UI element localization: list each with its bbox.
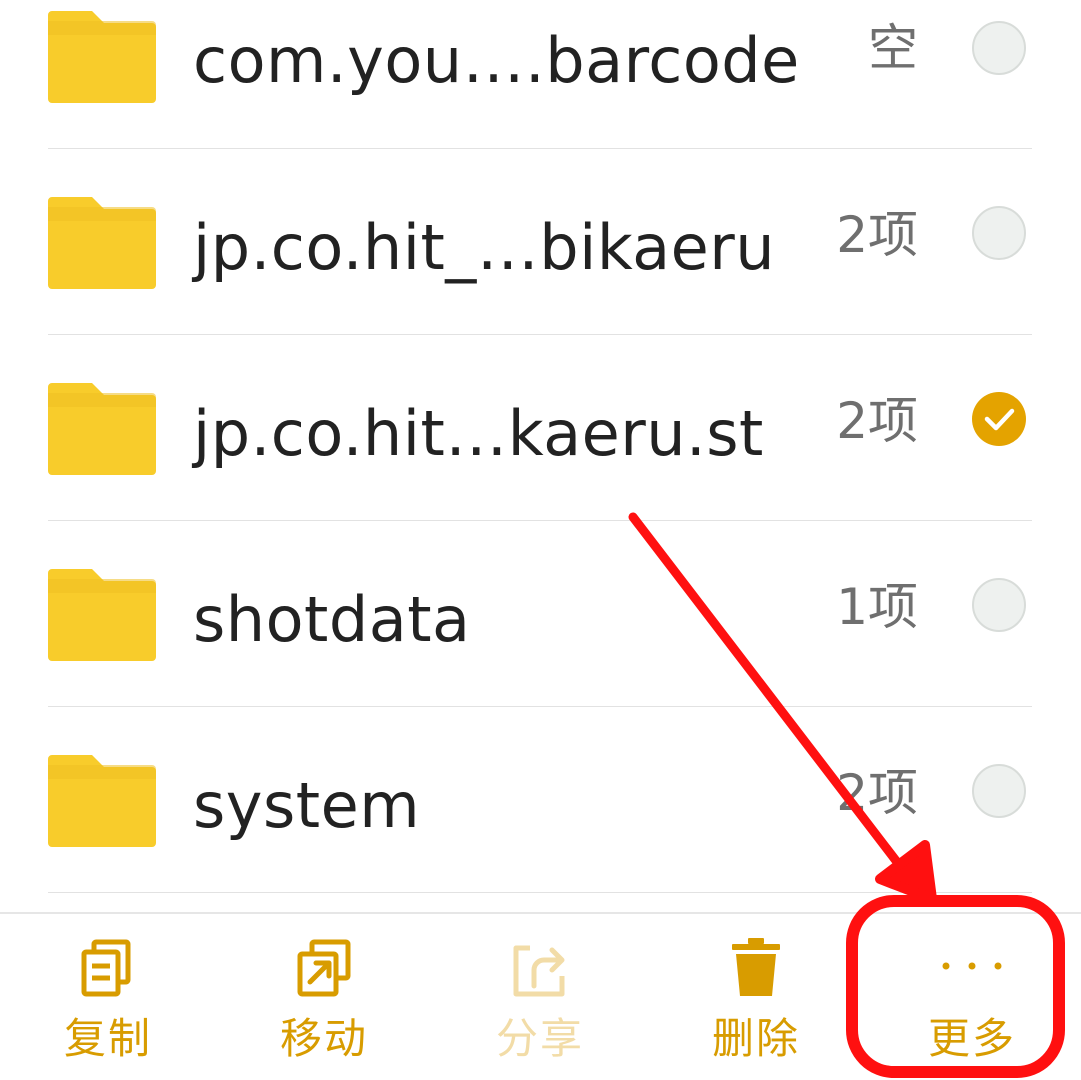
select-checkbox-checked[interactable]	[972, 392, 1026, 446]
file-manager-screen: com.you….barcode 空 jp.co.hit_…bikaeru 2项	[0, 0, 1081, 1080]
more-dots-icon	[940, 936, 1004, 1000]
copy-icon	[76, 936, 140, 1000]
file-row-1[interactable]: jp.co.hit_…bikaeru 2项	[0, 149, 1081, 335]
file-name: system	[193, 769, 421, 842]
select-checkbox[interactable]	[972, 21, 1026, 75]
row-divider	[48, 892, 1032, 893]
delete-button[interactable]: 删除	[648, 914, 864, 1080]
item-count: 2项	[836, 206, 918, 264]
folder-icon	[48, 755, 156, 847]
delete-label: 删除	[711, 1014, 800, 1063]
item-count: 2项	[836, 392, 918, 450]
file-row-2[interactable]: jp.co.hit…kaeru.st 2项	[0, 335, 1081, 521]
item-count: 1项	[836, 578, 918, 636]
file-name: jp.co.hit_…bikaeru	[193, 211, 776, 284]
file-name: shotdata	[193, 583, 471, 656]
item-count: 空	[868, 19, 918, 77]
select-checkbox[interactable]	[972, 764, 1026, 818]
file-name: com.you….barcode	[193, 24, 800, 97]
folder-icon	[48, 11, 156, 103]
folder-icon	[48, 197, 156, 289]
checkmark-icon	[984, 408, 1015, 431]
item-count: 2项	[836, 764, 918, 822]
share-button[interactable]: 分享	[432, 914, 648, 1080]
more-label: 更多	[927, 1014, 1016, 1063]
move-button[interactable]: 移动	[216, 914, 432, 1080]
move-icon	[292, 936, 356, 1000]
share-label: 分享	[495, 1014, 584, 1063]
copy-button[interactable]: 复制	[0, 914, 216, 1080]
file-row-3[interactable]: shotdata 1项	[0, 521, 1081, 707]
folder-icon	[48, 383, 156, 475]
folder-icon	[48, 569, 156, 661]
bottom-action-bar: 复制 移动 分享 删除 更多	[0, 912, 1081, 1080]
move-label: 移动	[279, 1014, 368, 1063]
select-checkbox[interactable]	[972, 206, 1026, 260]
select-checkbox[interactable]	[972, 578, 1026, 632]
copy-label: 复制	[63, 1014, 152, 1063]
trash-icon	[724, 936, 788, 1000]
file-row-4[interactable]: system 2项	[0, 707, 1081, 893]
file-row-0[interactable]: com.you….barcode 空	[0, 0, 1081, 149]
more-button[interactable]: 更多	[864, 914, 1080, 1080]
file-list: com.you….barcode 空 jp.co.hit_…bikaeru 2项	[0, 0, 1081, 912]
share-icon	[508, 936, 572, 1000]
file-name: jp.co.hit…kaeru.st	[193, 397, 764, 470]
